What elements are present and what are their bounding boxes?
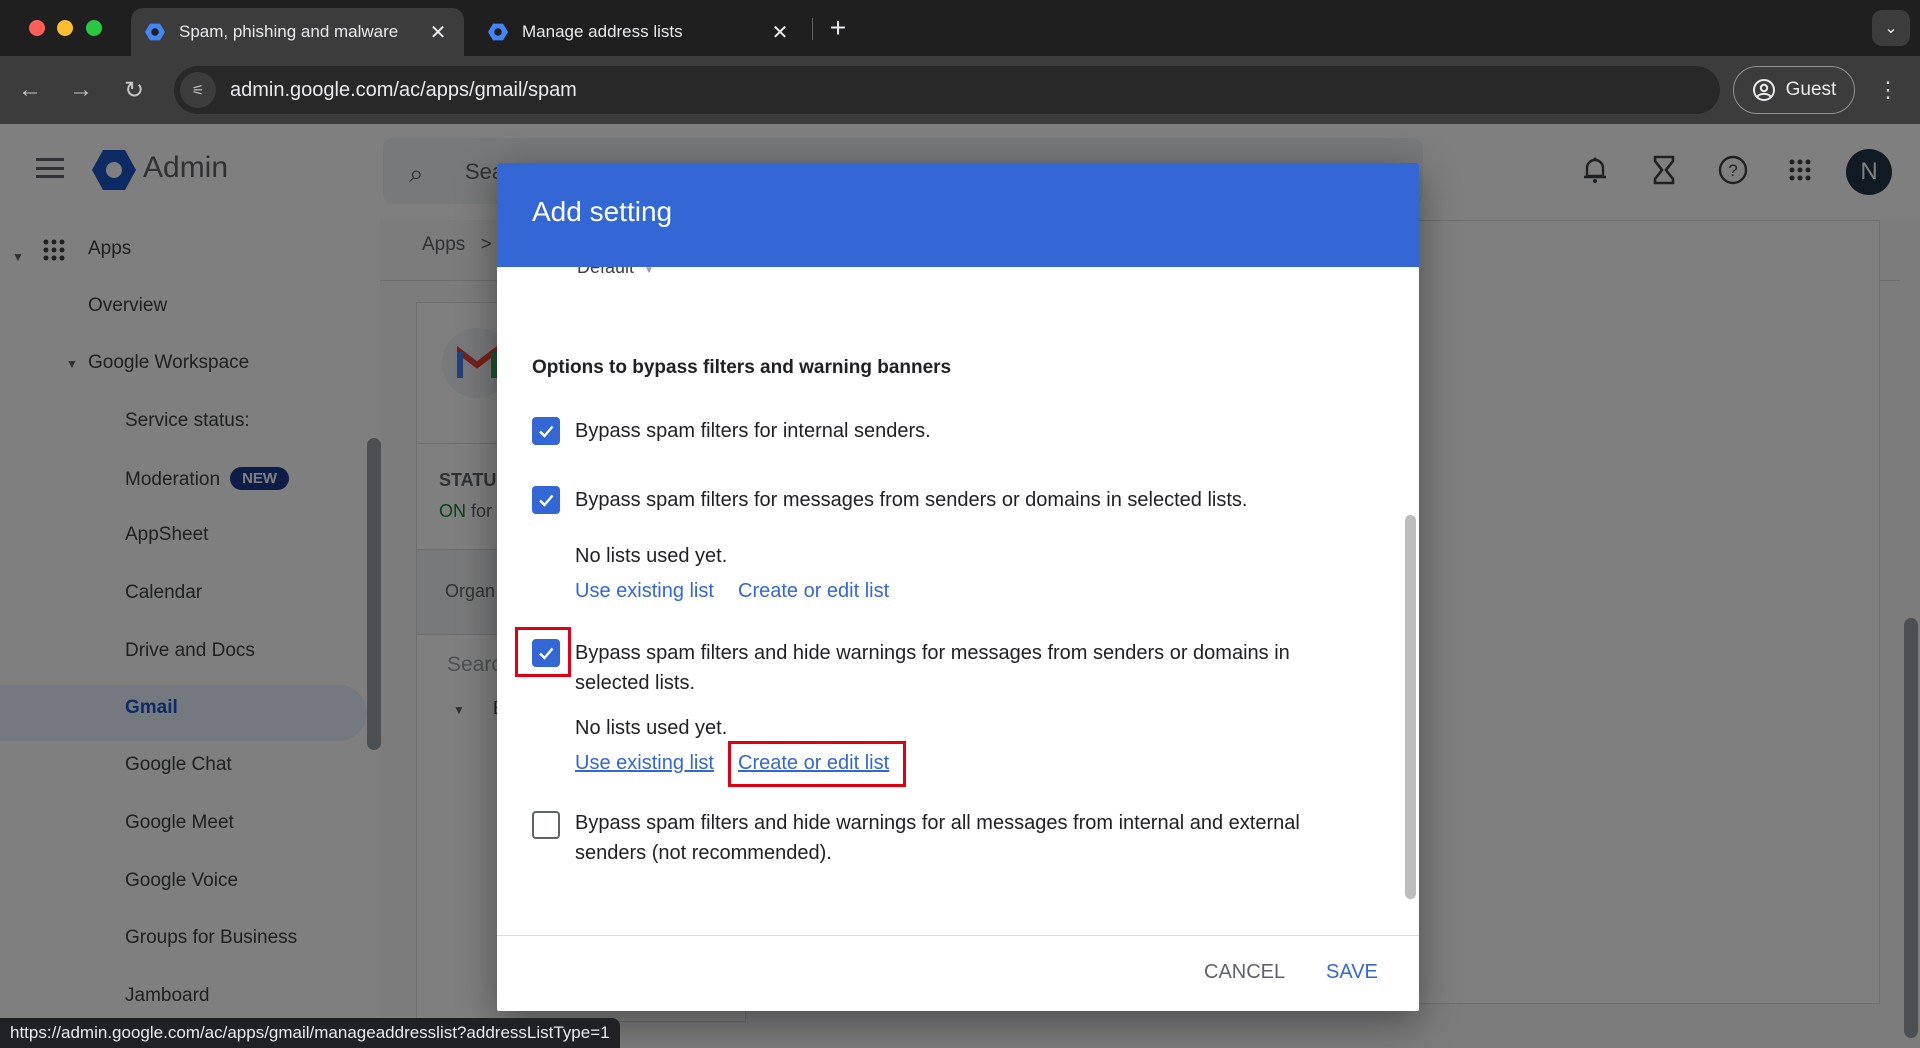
add-setting-dialog: Add setting Default ▼ Options to bypass f… — [497, 163, 1419, 1011]
window-minimize-button[interactable] — [57, 20, 73, 36]
admin-favicon-icon — [145, 23, 165, 41]
dropdown-caret-icon: ▼ — [644, 267, 654, 276]
bypass-internal-label[interactable]: Bypass spam filters for internal senders… — [575, 416, 1345, 446]
default-select[interactable]: Default ▼ — [577, 267, 654, 278]
dialog-title: Add setting — [532, 196, 673, 227]
tab-search-chevron-down-icon[interactable]: ⌄ — [1872, 10, 1910, 46]
tab-spam-phishing[interactable]: Spam, phishing and malware ✕ — [131, 8, 464, 56]
no-lists-text: No lists used yet. — [575, 717, 728, 739]
checkmark-icon — [539, 494, 554, 507]
reload-icon[interactable]: ↻ — [118, 74, 150, 106]
checkmark-icon — [539, 425, 554, 438]
dialog-body: Default ▼ Options to bypass filters and w… — [497, 267, 1419, 899]
dialog-footer-divider — [497, 935, 1419, 936]
bypass-internal-checkbox[interactable] — [532, 417, 560, 445]
forward-arrow-icon[interactable]: → — [65, 74, 97, 106]
new-tab-button[interactable]: + — [826, 12, 850, 44]
browser-menu-kebab-icon[interactable]: ⋮ — [1877, 74, 1899, 106]
use-existing-list-link[interactable]: Use existing list — [575, 752, 714, 775]
cancel-button[interactable]: CANCEL — [1204, 961, 1285, 984]
dialog-header: Add setting — [497, 163, 1419, 267]
bypass-hide-warnings-lists-checkbox[interactable] — [532, 639, 560, 667]
create-edit-list-link[interactable]: Create or edit list — [738, 580, 889, 603]
link-status-bar: https://admin.google.com/ac/apps/gmail/m… — [0, 1018, 620, 1048]
close-tab-icon[interactable]: ✕ — [426, 20, 450, 45]
create-edit-list-link[interactable]: Create or edit list — [738, 752, 889, 775]
profile-guest-button[interactable]: Guest — [1733, 66, 1855, 114]
section-title: Options to bypass filters and warning ba… — [532, 357, 952, 378]
bypass-all-messages-label[interactable]: Bypass spam filters and hide warnings fo… — [575, 808, 1345, 868]
no-lists-text: No lists used yet. — [575, 545, 728, 567]
bypass-selected-lists-checkbox[interactable] — [532, 486, 560, 514]
default-select-value: Default — [577, 267, 635, 277]
address-bar[interactable]: ⚟ admin.google.com/ac/apps/gmail/spam — [174, 66, 1720, 114]
window-zoom-button[interactable] — [86, 20, 102, 36]
bypass-selected-lists-label[interactable]: Bypass spam filters for messages from se… — [575, 485, 1345, 515]
admin-favicon-icon — [488, 23, 508, 41]
back-arrow-icon[interactable]: ← — [14, 74, 46, 106]
tab-title: Spam, phishing and malware — [179, 22, 399, 41]
browser-toolbar: ← → ↻ ⚟ admin.google.com/ac/apps/gmail/s… — [0, 56, 1920, 124]
account-circle-icon — [1752, 79, 1775, 101]
site-info-tune-icon[interactable]: ⚟ — [180, 72, 216, 108]
tab-title: Manage address lists — [522, 22, 683, 41]
bypass-hide-warnings-lists-label[interactable]: Bypass spam filters and hide warnings fo… — [575, 638, 1345, 698]
window-close-button[interactable] — [29, 20, 45, 36]
use-existing-list-link[interactable]: Use existing list — [575, 580, 714, 603]
tab-separator — [812, 18, 813, 40]
url-text[interactable]: admin.google.com/ac/apps/gmail/spam — [230, 79, 577, 102]
close-tab-icon[interactable]: ✕ — [768, 20, 792, 45]
tab-manage-address-lists[interactable]: Manage address lists ✕ — [474, 8, 806, 56]
bypass-all-messages-checkbox[interactable] — [532, 811, 560, 839]
browser-tab-strip: Spam, phishing and malware ✕ Manage addr… — [0, 0, 1920, 56]
profile-label: Guest — [1785, 79, 1837, 100]
checkmark-icon — [539, 647, 554, 660]
save-button[interactable]: SAVE — [1326, 961, 1378, 984]
dialog-scrollbar[interactable] — [1405, 515, 1416, 899]
